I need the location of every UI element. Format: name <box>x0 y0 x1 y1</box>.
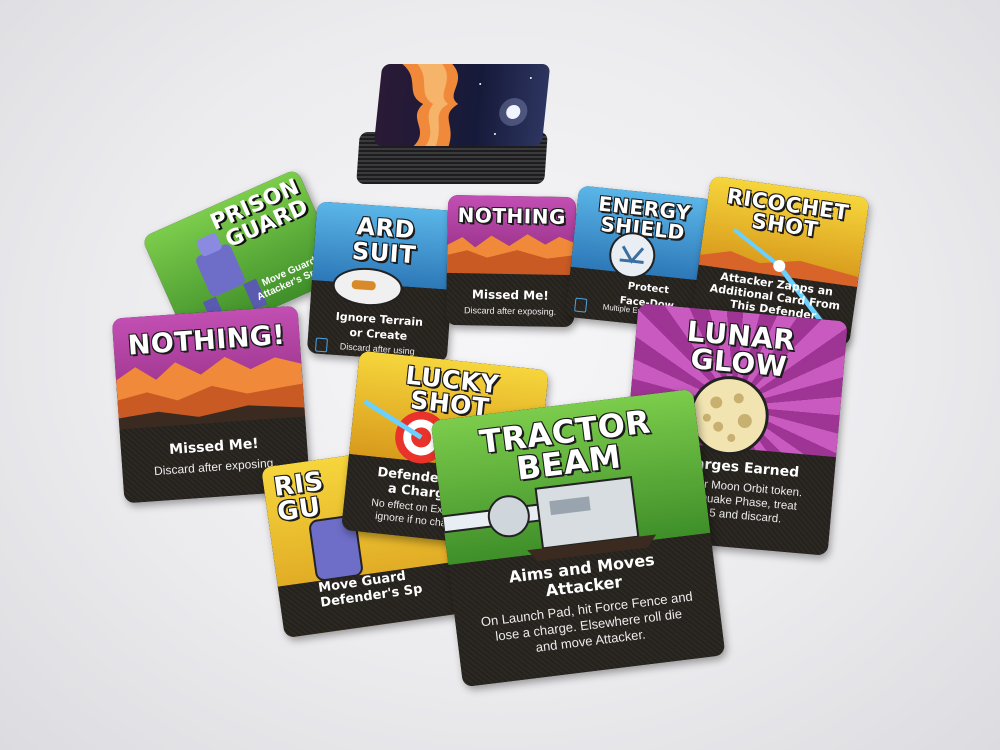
card-title: NOTHING <box>457 203 567 229</box>
charge-icon <box>574 297 588 313</box>
card-tractor-beam[interactable]: TRACTOR BEAM Aims and Moves Attacker On … <box>430 388 726 688</box>
charge-icon <box>314 337 328 353</box>
card-hard-suit[interactable]: ARD SUIT Ignore Terrain or Create Discar… <box>306 201 458 363</box>
card-nothing-back[interactable]: NOTHING Missed Me! Discard after exposin… <box>445 194 577 328</box>
card-rule-text: Missed Me! <box>471 287 549 303</box>
deck-top-card <box>373 64 551 146</box>
card-deck[interactable] <box>356 62 551 187</box>
tabletop: PRISON GUARD Move Guard to Attacker's Sp… <box>0 0 1000 750</box>
card-description: Discard after exposing. <box>464 305 557 317</box>
deck-art <box>402 64 532 146</box>
card-title: RIS GU <box>271 466 326 528</box>
